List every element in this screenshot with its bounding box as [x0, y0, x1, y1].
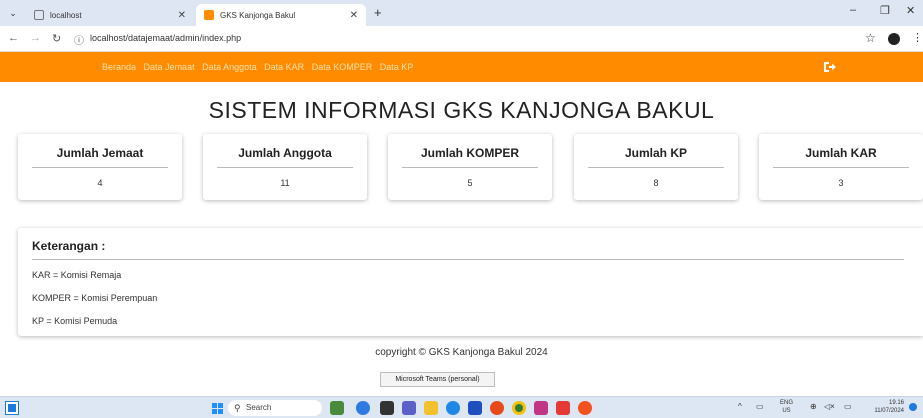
nav-link-data-komper[interactable]: Data KOMPER [312, 62, 373, 72]
bookmark-star-icon[interactable]: ☆ [865, 31, 876, 45]
new-tab-plus-icon[interactable]: + [374, 5, 382, 20]
clock-time: 19.16 [888, 400, 904, 406]
nav-links: Beranda Data Jemaat Data Anggota Data KA… [102, 62, 418, 72]
language-indicator[interactable]: ENG US [780, 399, 793, 415]
widgets-icon[interactable] [5, 401, 19, 415]
stat-label: Jumlah Jemaat [56, 146, 144, 160]
office-icon[interactable] [490, 401, 504, 415]
nav-link-data-jemaat[interactable]: Data Jemaat [144, 62, 195, 72]
back-arrow-icon[interactable]: ← [8, 32, 19, 44]
stat-label: Jumlah KAR [805, 146, 877, 160]
nav-link-beranda[interactable]: Beranda [102, 62, 136, 72]
stat-value: 8 [653, 178, 659, 188]
taskbar-tooltip: Microsoft Teams (personal) [380, 372, 495, 387]
keterangan-title: Keterangan : [32, 239, 106, 253]
battery-icon[interactable]: ▭ [844, 402, 852, 411]
stat-card-kp: Jumlah KP 8 [574, 134, 738, 200]
language-code: ENG [780, 400, 794, 406]
taskbar-search[interactable]: ⚲ Search [228, 400, 322, 416]
keterangan-panel: Keterangan : KAR = Komisi Remaja KOMPER … [18, 228, 923, 336]
clock-date: 11/07/2024 [874, 408, 904, 414]
stat-label: Jumlah KOMPER [420, 146, 519, 160]
network-icon[interactable]: ⊕ [810, 402, 817, 411]
stat-value: 5 [467, 178, 473, 188]
instagram-icon[interactable] [534, 401, 548, 415]
tab-title: GKS Kanjonga Bakul [220, 10, 296, 20]
search-icon: ⚲ [234, 403, 241, 413]
region-code: US [782, 408, 791, 414]
reload-icon[interactable]: ↻ [52, 32, 61, 45]
tray-chevron-icon[interactable]: ^ [738, 402, 742, 411]
close-tab-icon[interactable]: ✕ [178, 10, 186, 21]
landscape-app-icon[interactable] [330, 401, 344, 415]
stat-card-kar: Jumlah KAR 3 [759, 134, 923, 200]
keterangan-item: KOMPER = Komisi Perempuan [32, 293, 158, 303]
minimize-icon[interactable]: – [850, 4, 856, 16]
tab-list-chevron-icon[interactable]: ⌄ [6, 6, 20, 20]
chrome-icon[interactable] [512, 401, 526, 415]
browser-tab-strip: ⌄ localhost ✕ GKS Kanjonga Bakul ✕ + – ❐… [0, 0, 923, 26]
divider [773, 167, 909, 168]
stat-label: Jumlah KP [624, 146, 687, 160]
page-favicon-icon [34, 10, 44, 20]
close-window-icon[interactable]: ✕ [906, 4, 915, 17]
store-icon[interactable] [468, 401, 482, 415]
app-icon[interactable] [578, 401, 592, 415]
tab-title: localhost [50, 10, 82, 20]
keterangan-item: KP = Komisi Pemuda [32, 316, 118, 326]
youtube-icon[interactable] [556, 401, 570, 415]
divider [402, 167, 538, 168]
nav-link-data-kp[interactable]: Data KP [380, 62, 414, 72]
stat-card-jemaat: Jumlah Jemaat 4 [18, 134, 182, 200]
divider [588, 167, 724, 168]
site-info-icon[interactable]: ⓘ [74, 32, 84, 47]
teams-icon[interactable] [402, 401, 416, 415]
logout-icon[interactable] [822, 59, 838, 75]
taskbar-clock[interactable]: 19.16 11/07/2024 [864, 399, 904, 415]
stat-card-komper: Jumlah KOMPER 5 [388, 134, 552, 200]
stat-label: Jumlah Anggota [238, 146, 332, 160]
divider [32, 167, 168, 168]
windows-start-icon[interactable] [212, 403, 223, 414]
file-explorer-icon[interactable] [424, 401, 438, 415]
windows-taskbar: ⚲ Search ^ ▭ ENG US ⊕ ◁× ▭ 19.16 11/07/2… [0, 396, 923, 418]
stat-value: 11 [280, 178, 290, 188]
top-navbar: Beranda Data Jemaat Data Anggota Data KA… [0, 52, 923, 82]
profile-avatar-icon[interactable] [888, 33, 900, 45]
url-field[interactable]: localhost/datajemaat/admin/index.php [90, 33, 241, 43]
search-placeholder: Search [246, 403, 272, 412]
footer-copyright: copyright © GKS Kanjonga Bakul 2024 [375, 347, 548, 358]
site-favicon-icon [204, 10, 214, 20]
task-view-icon[interactable] [380, 401, 394, 415]
stat-value: 4 [97, 178, 103, 188]
divider [32, 259, 904, 260]
notification-icon[interactable] [909, 403, 917, 411]
divider [217, 167, 353, 168]
browser-menu-icon[interactable]: ⋮ [912, 31, 923, 44]
copilot-icon[interactable] [356, 401, 370, 415]
close-tab-icon[interactable]: ✕ [350, 10, 358, 21]
page-title: SISTEM INFORMASI GKS KANJONGA BAKUL [208, 97, 715, 123]
keterangan-item: KAR = Komisi Remaja [32, 270, 122, 280]
restore-icon[interactable]: ❐ [880, 4, 890, 17]
stat-card-anggota: Jumlah Anggota 11 [203, 134, 367, 200]
browser-tab-gks[interactable]: GKS Kanjonga Bakul ✕ [196, 4, 366, 26]
forward-arrow-icon[interactable]: → [30, 32, 41, 44]
nav-link-data-anggota[interactable]: Data Anggota [202, 62, 257, 72]
volume-muted-icon[interactable]: ◁× [824, 402, 835, 411]
stat-value: 3 [838, 178, 844, 188]
nav-link-data-kar[interactable]: Data KAR [264, 62, 304, 72]
address-bar: ← → ↻ ⓘ localhost/datajemaat/admin/index… [0, 26, 923, 52]
edge-icon[interactable] [446, 401, 460, 415]
browser-tab-localhost[interactable]: localhost ✕ [26, 4, 194, 26]
tray-app-icon[interactable]: ▭ [756, 402, 764, 411]
